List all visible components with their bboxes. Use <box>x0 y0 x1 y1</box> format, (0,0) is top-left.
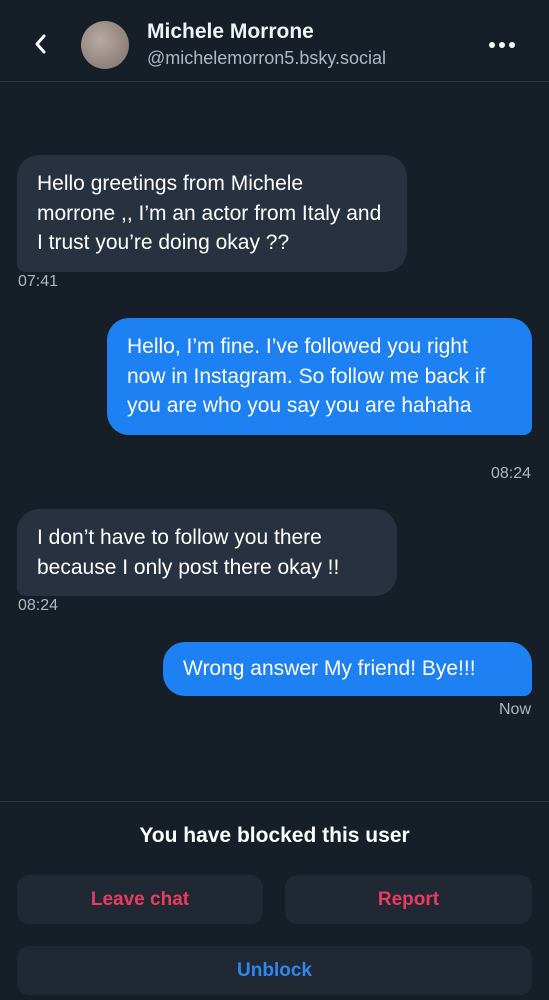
message-bubble-outgoing[interactable]: Wrong answer My friend! Bye!!! <box>163 642 532 696</box>
message-bubble-outgoing[interactable]: Hello, I’m fine. I’ve followed you right… <box>107 318 532 435</box>
message-timestamp: 08:24 <box>18 597 59 614</box>
blocked-notice: You have blocked this user <box>139 824 410 847</box>
footer-divider <box>0 801 549 802</box>
message-timestamp: Now <box>498 701 531 718</box>
contact-handle: @michelemorron5.bsky.social <box>147 48 387 68</box>
avatar[interactable] <box>81 21 129 69</box>
back-button[interactable] <box>24 28 56 60</box>
message-bubble-incoming[interactable]: I don’t have to follow you there because… <box>17 509 397 596</box>
report-button[interactable]: Report <box>285 875 532 924</box>
chat-header: Michele Morrone @michelemorron5.bsky.soc… <box>0 0 549 82</box>
contact-name[interactable]: Michele Morrone <box>147 20 314 44</box>
message-bubble-incoming[interactable]: Hello greetings from Michele morrone ,, … <box>17 155 407 272</box>
message-timestamp: 07:41 <box>18 273 59 290</box>
more-options-button[interactable] <box>482 30 522 60</box>
message-timestamp: 08:24 <box>490 465 531 482</box>
leave-chat-button[interactable]: Leave chat <box>17 875 263 924</box>
chevron-left-icon <box>35 34 46 54</box>
more-horizontal-icon <box>489 42 515 48</box>
unblock-button[interactable]: Unblock <box>17 946 532 995</box>
